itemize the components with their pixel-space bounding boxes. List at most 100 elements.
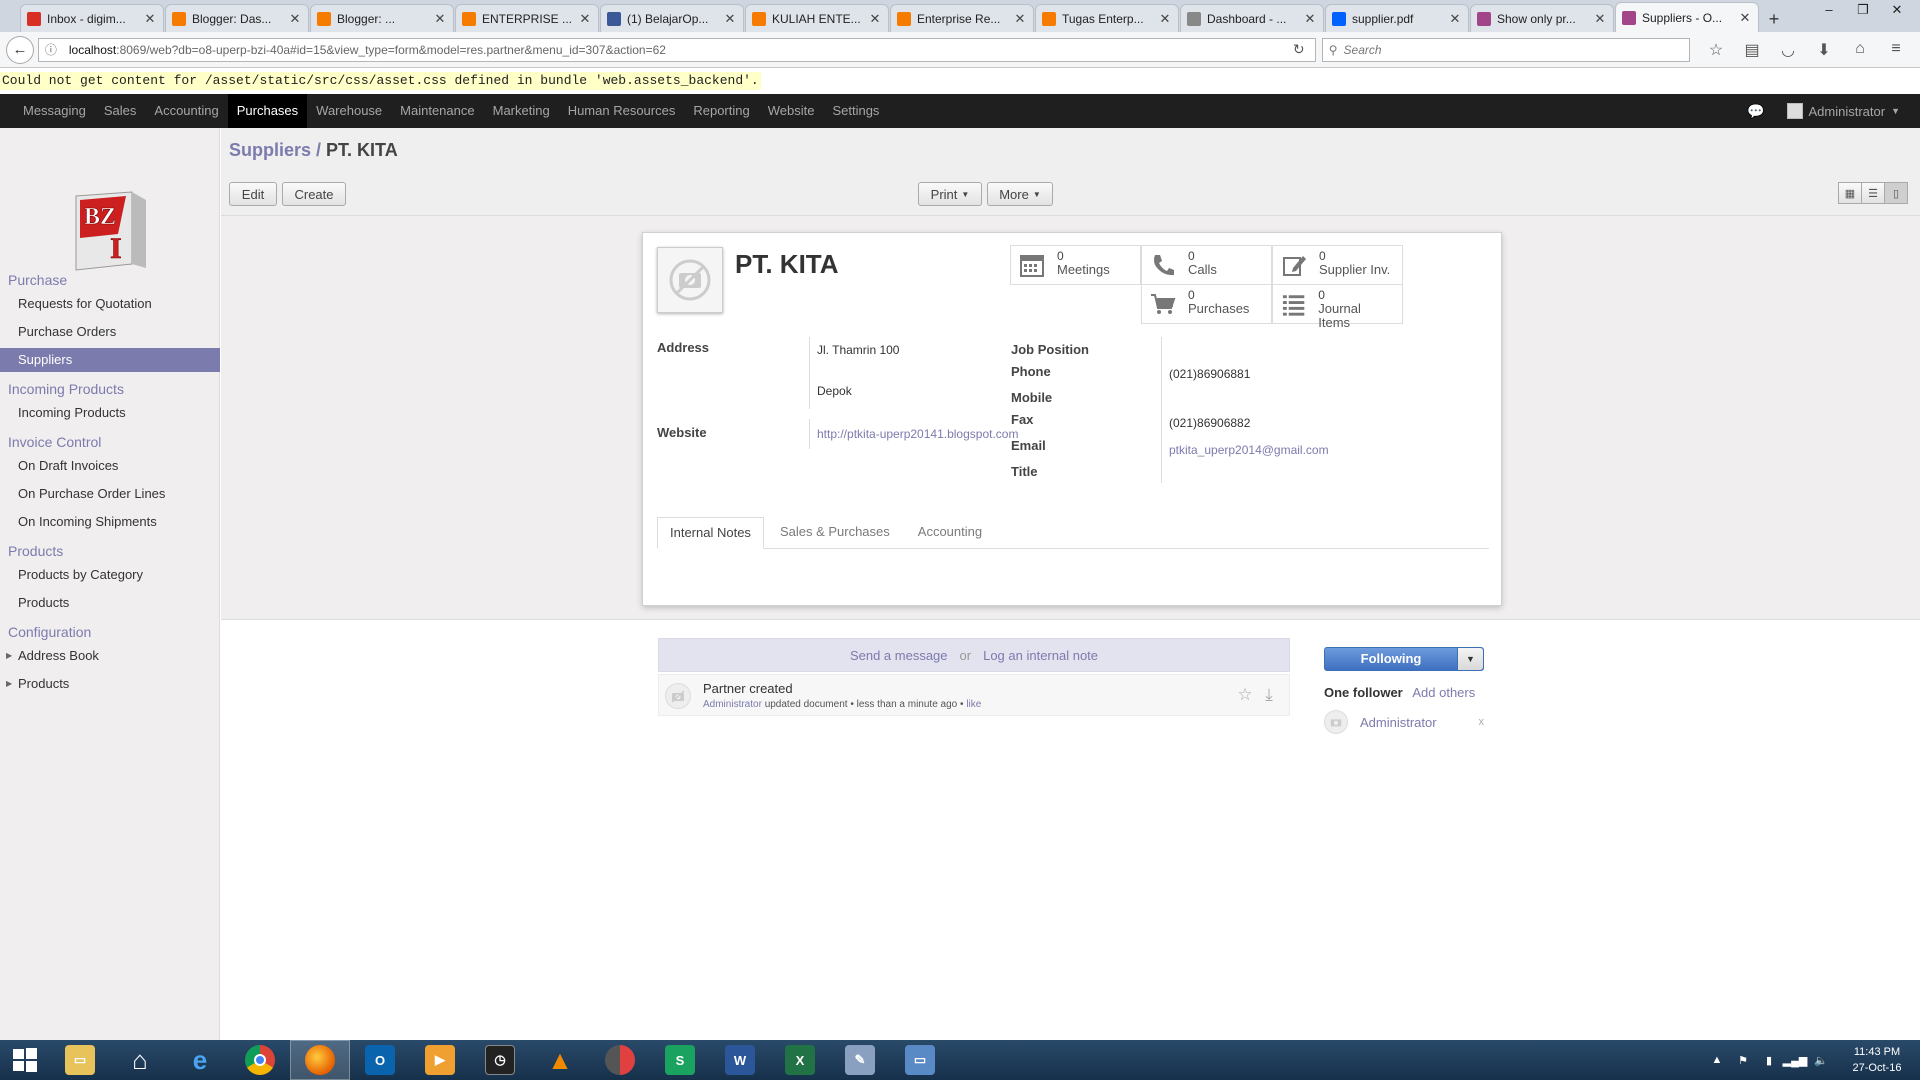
website-link[interactable]: http://ptkita-uperp20141.blogspot.com bbox=[817, 427, 1018, 441]
meetings-stat-button[interactable]: 0 Meetings bbox=[1010, 245, 1141, 285]
archive-icon[interactable]: ⤓ bbox=[1259, 685, 1279, 705]
browser-tab[interactable]: (1) BelajarOp... ✕ bbox=[600, 4, 744, 32]
tab-accounting[interactable]: Accounting bbox=[906, 517, 994, 549]
kanban-view-icon[interactable]: ▦ bbox=[1838, 182, 1862, 204]
windows-start-button[interactable] bbox=[0, 1040, 50, 1080]
maximize-icon[interactable]: ❐ bbox=[1846, 0, 1880, 22]
close-tab-icon[interactable]: ✕ bbox=[1013, 11, 1027, 27]
close-tab-icon[interactable]: ✕ bbox=[143, 11, 157, 27]
volume-icon[interactable]: 🔈 bbox=[1808, 1054, 1834, 1067]
browser-search-input[interactable]: ⚲ Search bbox=[1321, 37, 1690, 62]
star-icon[interactable]: ☆ bbox=[1235, 685, 1255, 705]
browser-tab[interactable]: Dashboard - ... ✕ bbox=[1180, 4, 1324, 32]
close-window-icon[interactable]: ✕ bbox=[1880, 0, 1914, 22]
sidebar-item[interactable]: On Draft Invoices bbox=[0, 454, 220, 478]
pocket-icon[interactable]: ◡ bbox=[1770, 40, 1806, 60]
browser-tab[interactable]: Blogger: Das... ✕ bbox=[165, 4, 309, 32]
send-message-link[interactable]: Send a message bbox=[850, 648, 948, 663]
tab-sales-purchases[interactable]: Sales & Purchases bbox=[768, 517, 902, 549]
close-tab-icon[interactable]: ✕ bbox=[578, 11, 592, 27]
close-tab-icon[interactable]: ✕ bbox=[1303, 11, 1317, 27]
close-tab-icon[interactable]: ✕ bbox=[433, 11, 447, 27]
caret-down-icon[interactable]: ▼ bbox=[1457, 648, 1483, 670]
taskbar-file-explorer[interactable]: ▭ bbox=[50, 1040, 110, 1080]
follower-name-link[interactable]: Administrator bbox=[1360, 715, 1479, 730]
browser-tab[interactable]: Blogger: ... ✕ bbox=[310, 4, 454, 32]
email-link[interactable]: ptkita_uperp2014@gmail.com bbox=[1169, 443, 1329, 457]
add-others-link[interactable]: Add others bbox=[1412, 685, 1475, 700]
sidebar-item[interactable]: Purchase Orders bbox=[0, 320, 220, 344]
battery-icon[interactable]: ▮ bbox=[1756, 1054, 1782, 1067]
browser-tab[interactable]: KULIAH ENTE... ✕ bbox=[745, 4, 889, 32]
browser-tab[interactable]: Inbox - digim... ✕ bbox=[20, 4, 164, 32]
close-tab-icon[interactable]: ✕ bbox=[288, 11, 302, 27]
close-tab-icon[interactable]: ✕ bbox=[1448, 11, 1462, 27]
form-view-icon[interactable]: ▯ bbox=[1884, 182, 1908, 204]
calls-stat-button[interactable]: 0 Calls bbox=[1141, 245, 1272, 285]
top-menu-item[interactable]: Reporting bbox=[684, 94, 758, 128]
taskbar-vlc[interactable]: ▲ bbox=[530, 1040, 590, 1080]
browser-tab[interactable]: supplier.pdf ✕ bbox=[1325, 4, 1469, 32]
tray-arrow-icon[interactable]: ▲ bbox=[1704, 1054, 1730, 1066]
system-clock[interactable]: 11:43 PM 27-Oct-16 bbox=[1834, 1044, 1920, 1076]
top-menu-item[interactable]: Messaging bbox=[14, 94, 95, 128]
journal-items-stat-button[interactable]: 0 Journal Items bbox=[1272, 284, 1403, 330]
sidebar-item[interactable]: Suppliers bbox=[0, 348, 220, 372]
home-icon[interactable]: ⌂ bbox=[1842, 40, 1878, 60]
top-menu-item[interactable]: Warehouse bbox=[307, 94, 391, 128]
sidebar-item[interactable]: ▶ Address Book bbox=[0, 644, 220, 668]
taskbar-word[interactable]: W bbox=[710, 1040, 770, 1080]
taskbar-media-player[interactable]: ▶ bbox=[410, 1040, 470, 1080]
taskbar-home[interactable]: ⌂ bbox=[110, 1040, 170, 1080]
signal-icon[interactable]: ▂▄▆ bbox=[1782, 1054, 1808, 1067]
browser-tab[interactable]: ENTERPRISE ... ✕ bbox=[455, 4, 599, 32]
taskbar-firefox[interactable] bbox=[290, 1040, 350, 1080]
chat-icon[interactable]: 💬 bbox=[1747, 103, 1764, 120]
close-tab-icon[interactable]: ✕ bbox=[1158, 11, 1172, 27]
hamburger-menu-icon[interactable]: ≡ bbox=[1878, 40, 1914, 60]
taskbar-chrome[interactable] bbox=[230, 1040, 290, 1080]
like-link[interactable]: like bbox=[966, 699, 981, 710]
breadcrumb-suppliers-link[interactable]: Suppliers bbox=[229, 140, 311, 160]
supplier-invoices-stat-button[interactable]: 0 Supplier Inv. bbox=[1272, 245, 1403, 285]
sidebar-item[interactable]: ▶ Products bbox=[0, 672, 220, 696]
top-menu-item[interactable]: Maintenance bbox=[391, 94, 483, 128]
reading-list-icon[interactable]: ▤ bbox=[1734, 40, 1770, 60]
sidebar-item[interactable]: Incoming Products bbox=[0, 401, 220, 425]
top-menu-item[interactable]: Human Resources bbox=[559, 94, 685, 128]
edit-button[interactable]: Edit bbox=[229, 182, 277, 206]
create-button[interactable]: Create bbox=[282, 182, 346, 206]
user-menu[interactable]: 💬 Administrator ▼ bbox=[1747, 94, 1900, 128]
close-tab-icon[interactable]: ✕ bbox=[868, 11, 882, 27]
following-button[interactable]: Following ▼ bbox=[1324, 647, 1484, 671]
top-menu-item[interactable]: Purchases bbox=[227, 94, 308, 128]
browser-tab[interactable]: Enterprise Re... ✕ bbox=[890, 4, 1034, 32]
print-dropdown-button[interactable]: Print ▼ bbox=[918, 182, 982, 206]
taskbar-outlook[interactable]: O bbox=[350, 1040, 410, 1080]
flag-icon[interactable]: ⚑ bbox=[1730, 1054, 1756, 1067]
top-menu-item[interactable]: Sales bbox=[95, 94, 146, 128]
sidebar-item[interactable]: Products by Category bbox=[0, 563, 220, 587]
tab-internal-notes[interactable]: Internal Notes bbox=[657, 517, 764, 549]
browser-tab[interactable]: Show only pr... ✕ bbox=[1470, 4, 1614, 32]
url-bar[interactable]: ⓘ localhost:8069/web?db=o8-uperp-bzi-40a… bbox=[37, 37, 1316, 62]
close-tab-icon[interactable]: ✕ bbox=[1738, 10, 1752, 26]
download-icon[interactable]: ⬇ bbox=[1806, 40, 1842, 60]
sidebar-item[interactable]: On Purchase Order Lines bbox=[0, 482, 220, 506]
sidebar-item[interactable]: On Incoming Shipments bbox=[0, 510, 220, 534]
message-author-link[interactable]: Administrator bbox=[703, 699, 762, 710]
list-view-icon[interactable]: ☰ bbox=[1861, 182, 1885, 204]
browser-tab[interactable]: Suppliers - O... ✕ bbox=[1615, 2, 1759, 32]
taskbar-app-s[interactable]: S bbox=[650, 1040, 710, 1080]
browser-tab[interactable]: Tugas Enterp... ✕ bbox=[1035, 4, 1179, 32]
top-menu-item[interactable]: Marketing bbox=[484, 94, 559, 128]
remove-follower-icon[interactable]: x bbox=[1479, 716, 1485, 728]
taskbar-app-swirl[interactable] bbox=[590, 1040, 650, 1080]
sidebar-item[interactable]: Requests for Quotation bbox=[0, 292, 220, 316]
sidebar-item[interactable]: Products bbox=[0, 591, 220, 615]
taskbar-excel[interactable]: X bbox=[770, 1040, 830, 1080]
top-menu-item[interactable]: Website bbox=[759, 94, 824, 128]
taskbar-internet-explorer[interactable]: e bbox=[170, 1040, 230, 1080]
close-tab-icon[interactable]: ✕ bbox=[723, 11, 737, 27]
reload-icon[interactable]: ↻ bbox=[1289, 41, 1309, 58]
